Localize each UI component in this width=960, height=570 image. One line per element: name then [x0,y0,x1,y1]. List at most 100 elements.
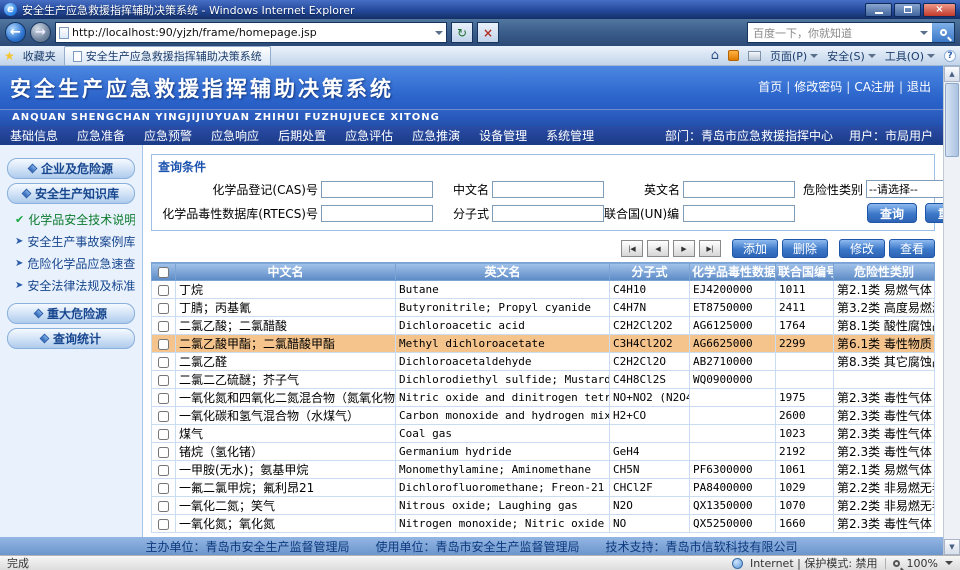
header-link-3[interactable]: 退出 [907,78,931,95]
table-row[interactable]: 二氯乙醛DichloroacetaldehydeC2H2Cl2OAB271000… [152,353,935,371]
tools-menu[interactable]: 工具(O) [885,48,935,64]
address-bar[interactable] [55,22,447,43]
table-row[interactable]: 丁烷ButaneC4H10EJ42000001011第2.1类 易燃气体 [152,281,935,299]
sidebar-link[interactable]: ➤危险化学品应急速查手… [15,255,135,272]
scroll-track[interactable] [944,158,960,539]
table-row[interactable]: 一氧化氮；氧化氮Nitrogen monoxide; Nitric oxideN… [152,515,935,533]
row-checkbox[interactable] [158,501,169,512]
english-name-input[interactable] [683,181,795,198]
sidebar-link[interactable]: ✔化学品安全技术说明书 [15,211,135,228]
table-row[interactable]: 锗烷（氢化锗）Germanium hydrideGeH42192第2.3类 毒性… [152,443,935,461]
cell-rtecs: QX1350000 [690,497,776,515]
back-button[interactable]: ← [5,22,26,43]
menubar-item-5[interactable]: 应急评估 [345,127,393,144]
header-link-2[interactable]: CA注册 [854,78,895,95]
sidebar-link[interactable]: ➤安全法律法规及标准库 [15,277,135,294]
zoom-dropdown-icon[interactable] [945,561,953,565]
print-icon[interactable] [748,51,761,61]
favorites-button[interactable]: 收藏夹 [19,47,60,65]
table-row[interactable]: 一氧化二氮；笑气Nitrous oxide; Laughing gasN2OQX… [152,497,935,515]
hazard-class-select[interactable]: --请选择-- [866,180,943,198]
table-row[interactable]: 煤气Coal gas1023第2.3类 毒性气体 [152,425,935,443]
search-box[interactable]: 百度一下，你就知道 [747,22,955,43]
add-button[interactable]: 添加 [732,239,778,258]
row-checkbox[interactable] [158,393,169,404]
row-checkbox[interactable] [158,483,169,494]
scroll-thumb[interactable] [945,83,959,157]
header-link-0[interactable]: 首页 [758,78,782,95]
row-checkbox[interactable] [158,357,169,368]
last-page-button[interactable]: ▶| [699,240,721,257]
next-page-button[interactable]: ▶ [673,240,695,257]
sidebar-link[interactable]: ➤安全生产事故案例库 [15,233,135,250]
modify-button[interactable]: 修改 [839,239,885,258]
menubar-item-1[interactable]: 应急准备 [77,127,125,144]
row-checkbox[interactable] [158,339,169,350]
select-all-checkbox[interactable] [158,267,169,278]
safety-menu[interactable]: 安全(S) [827,48,876,64]
url-input[interactable] [72,24,432,41]
row-checkbox[interactable] [158,375,169,386]
previous-page-button[interactable]: ◀ [647,240,669,257]
search-button[interactable]: 查询 [867,203,917,223]
menubar-item-4[interactable]: 后期处置 [278,127,326,144]
active-tab[interactable]: 安全生产应急救援指挥辅助决策系统 [64,46,271,65]
sidebar-button[interactable]: 企业及危险源 [7,158,135,179]
formula-input[interactable] [492,205,604,222]
search-input[interactable]: 百度一下，你就知道 [753,25,916,41]
table-row[interactable]: 一氟二氯甲烷；氟利昂21Dichlorofluoromethane; Freon… [152,479,935,497]
menubar-item-2[interactable]: 应急预警 [144,127,192,144]
page-scrollbar[interactable]: ▲ ▼ [943,66,960,555]
view-button[interactable]: 查看 [889,239,935,258]
chinese-name-input[interactable] [492,181,604,198]
maximize-button[interactable] [894,3,921,17]
close-button[interactable]: × [923,3,956,17]
table-row[interactable]: 一氧化碳和氢气混合物（水煤气）Carbon monoxide and hydro… [152,407,935,425]
table-row[interactable]: 二氯二乙硫醚；芥子气Dichlorodiethyl sulfide; Musta… [152,371,935,389]
row-checkbox[interactable] [158,519,169,530]
table-row[interactable]: 一甲胺(无水)；氨基甲烷Monomethylamine; Aminomethan… [152,461,935,479]
home-icon[interactable]: ⌂ [711,48,719,63]
menubar-item-0[interactable]: 基础信息 [10,127,58,144]
address-dropdown-icon[interactable] [435,31,443,35]
stop-button[interactable]: × [477,22,499,43]
menubar-item-3[interactable]: 应急响应 [211,127,259,144]
table-row[interactable]: 一氧化氮和四氧化二氮混合物（氮氧化物，硝酸气，氧化氮气体）Nitric oxid… [152,389,935,407]
zoom-level[interactable]: 100% [907,557,938,570]
sidebar-button[interactable]: 重大危险源 [7,303,135,324]
sidebar-button[interactable]: 查询统计 [7,328,135,349]
scroll-up-button[interactable]: ▲ [944,66,960,82]
scroll-down-button[interactable]: ▼ [944,539,960,555]
field-english-name: 英文名 [604,181,795,198]
un-number-input[interactable] [683,205,795,222]
sidebar-button[interactable]: 安全生产知识库 [7,183,135,204]
row-checkbox[interactable] [158,303,169,314]
rtecs-input[interactable] [321,205,433,222]
table-row[interactable]: 二氯乙酸甲酯；二氯醋酸甲酯Methyl dichloroacetateC3H4C… [152,335,935,353]
minimize-button[interactable] [865,3,892,17]
row-checkbox[interactable] [158,447,169,458]
first-page-button[interactable]: |◀ [621,240,643,257]
row-checkbox[interactable] [158,429,169,440]
page-menu[interactable]: 页面(P) [770,48,818,64]
forward-button[interactable]: → [30,22,51,43]
feed-icon[interactable] [728,50,739,61]
table-row[interactable]: 二氯乙酸；二氯醋酸Dichloroacetic acidC2H2Cl2O2AG6… [152,317,935,335]
menubar-item-8[interactable]: 系统管理 [546,127,594,144]
table-row[interactable]: 丁腈；丙基氰Butyronitrile; Propyl cyanideC4H7N… [152,299,935,317]
header-link-1[interactable]: 修改密码 [794,78,842,95]
cas-input[interactable] [321,181,433,198]
menubar-item-6[interactable]: 应急推演 [412,127,460,144]
row-checkbox[interactable] [158,321,169,332]
row-checkbox[interactable] [158,285,169,296]
menubar-item-7[interactable]: 设备管理 [479,127,527,144]
search-dropdown-icon[interactable] [920,31,928,35]
refresh-button[interactable]: ↻ [451,22,473,43]
search-icon[interactable] [932,23,954,42]
reset-button[interactable]: 重置 [925,203,943,223]
help-icon[interactable]: ? [944,50,956,62]
favorites-star-icon[interactable]: ★ [4,49,15,63]
row-checkbox[interactable] [158,465,169,476]
delete-button[interactable]: 删除 [782,239,828,258]
row-checkbox[interactable] [158,411,169,422]
